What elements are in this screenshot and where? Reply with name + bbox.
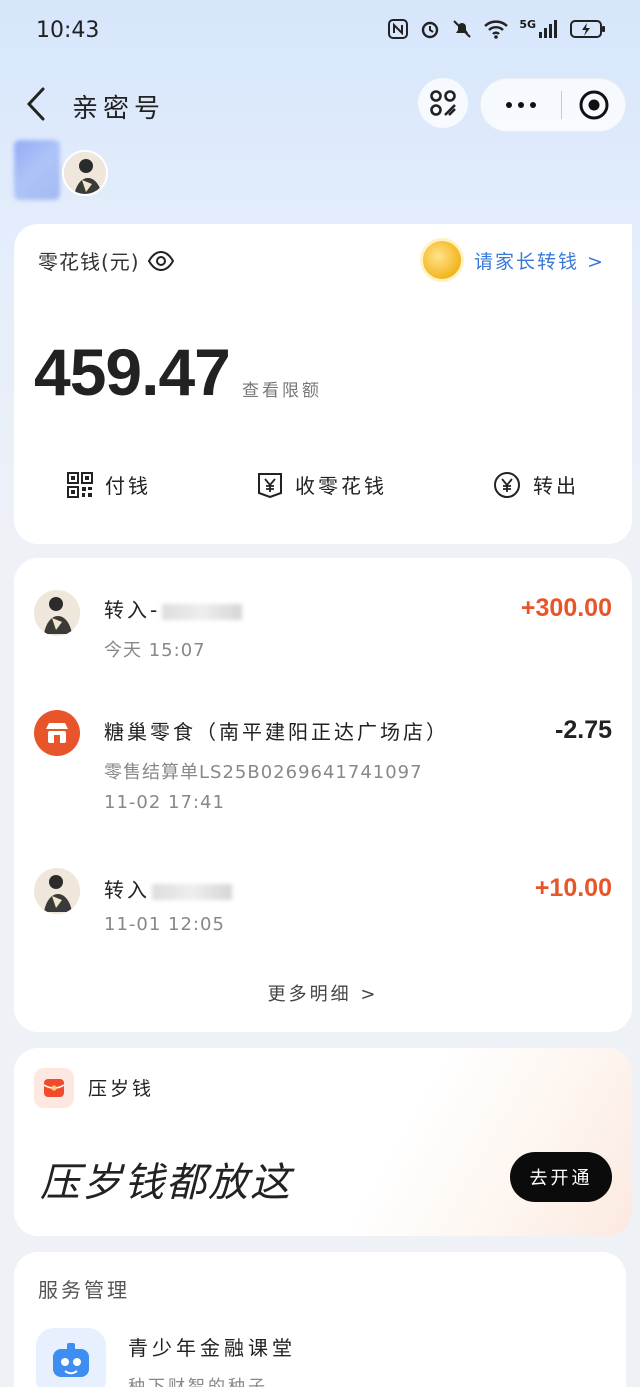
redacted-name bbox=[152, 883, 232, 900]
open-red-packet-button[interactable]: 去开通 bbox=[510, 1152, 612, 1202]
transfer-out-button[interactable]: 转出 bbox=[493, 470, 579, 499]
service-item-name[interactable]: 青少年金融课堂 bbox=[128, 1332, 296, 1361]
red-packet-icon bbox=[34, 1068, 74, 1108]
store-icon bbox=[34, 710, 80, 756]
mute-icon bbox=[453, 20, 472, 38]
tx-amount: +10.00 bbox=[534, 874, 612, 902]
tx-avatar bbox=[34, 868, 80, 914]
eye-icon[interactable] bbox=[147, 250, 174, 271]
service-section-title: 服务管理 bbox=[38, 1278, 130, 1302]
receive-allowance-button[interactable]: 收零花钱 bbox=[257, 470, 387, 499]
qr-code-icon bbox=[67, 471, 93, 498]
scan-icon bbox=[430, 90, 456, 116]
red-packet-slogan: 压岁钱都放这 bbox=[40, 1160, 292, 1206]
tx-title[interactable]: 转入- bbox=[104, 594, 243, 623]
wifi-icon bbox=[484, 20, 509, 39]
redacted-name bbox=[162, 603, 243, 620]
tx-title[interactable]: 糖巢零食（南平建阳正达广场店） bbox=[104, 716, 449, 745]
service-item-sub: 种下财智的种子 bbox=[128, 1377, 268, 1387]
back-button[interactable] bbox=[18, 84, 54, 124]
more-button[interactable] bbox=[481, 79, 561, 131]
target-icon bbox=[579, 90, 608, 120]
avatar[interactable] bbox=[62, 150, 108, 196]
request-parent-transfer-link[interactable]: 请家长转钱 > bbox=[420, 232, 605, 288]
tx-title[interactable]: 转入 bbox=[104, 874, 232, 903]
coin-icon bbox=[420, 238, 464, 282]
close-miniapp-button[interactable] bbox=[562, 79, 625, 131]
pay-button[interactable]: 付钱 bbox=[67, 470, 151, 499]
balance-amount: 459.47 bbox=[34, 335, 231, 409]
receive-yen-icon bbox=[258, 472, 282, 498]
status-icons: 5G bbox=[387, 18, 606, 40]
action-row: 付钱 收零花钱 转出 bbox=[14, 470, 632, 499]
blurred-name bbox=[14, 140, 60, 200]
miniapp-capsule bbox=[480, 78, 626, 132]
tx-amount: -2.75 bbox=[555, 716, 612, 744]
battery-charging-icon bbox=[570, 20, 605, 38]
balance-label-row: 零花钱(元) bbox=[38, 246, 174, 275]
tx-avatar bbox=[34, 590, 80, 636]
balance-label: 零花钱(元) bbox=[38, 250, 140, 274]
tx-time: 11-01 12:05 bbox=[104, 914, 225, 935]
chevron-left-icon bbox=[26, 87, 45, 121]
alarm-icon bbox=[422, 21, 439, 39]
tx-ref: 零售结算单LS25B0269641741097 bbox=[104, 762, 423, 783]
view-limit-link[interactable]: 查看限额 bbox=[242, 376, 322, 401]
status-time: 10:43 bbox=[36, 18, 100, 43]
page-title: 亲密号 bbox=[72, 94, 166, 124]
red-packet-title: 压岁钱 bbox=[88, 1078, 155, 1100]
network-label: 5G bbox=[519, 17, 536, 31]
scan-button[interactable] bbox=[418, 78, 468, 128]
nfc-icon bbox=[388, 19, 409, 39]
tx-amount: +300.00 bbox=[520, 594, 612, 622]
tx-time: 今天 15:07 bbox=[104, 640, 206, 661]
tx-time: 11-02 17:41 bbox=[104, 792, 225, 813]
yen-circle-icon bbox=[494, 471, 520, 498]
finance-class-icon[interactable] bbox=[36, 1328, 106, 1387]
signal-icon bbox=[539, 20, 557, 38]
more-details-link[interactable]: 更多明细 > bbox=[14, 980, 632, 1006]
